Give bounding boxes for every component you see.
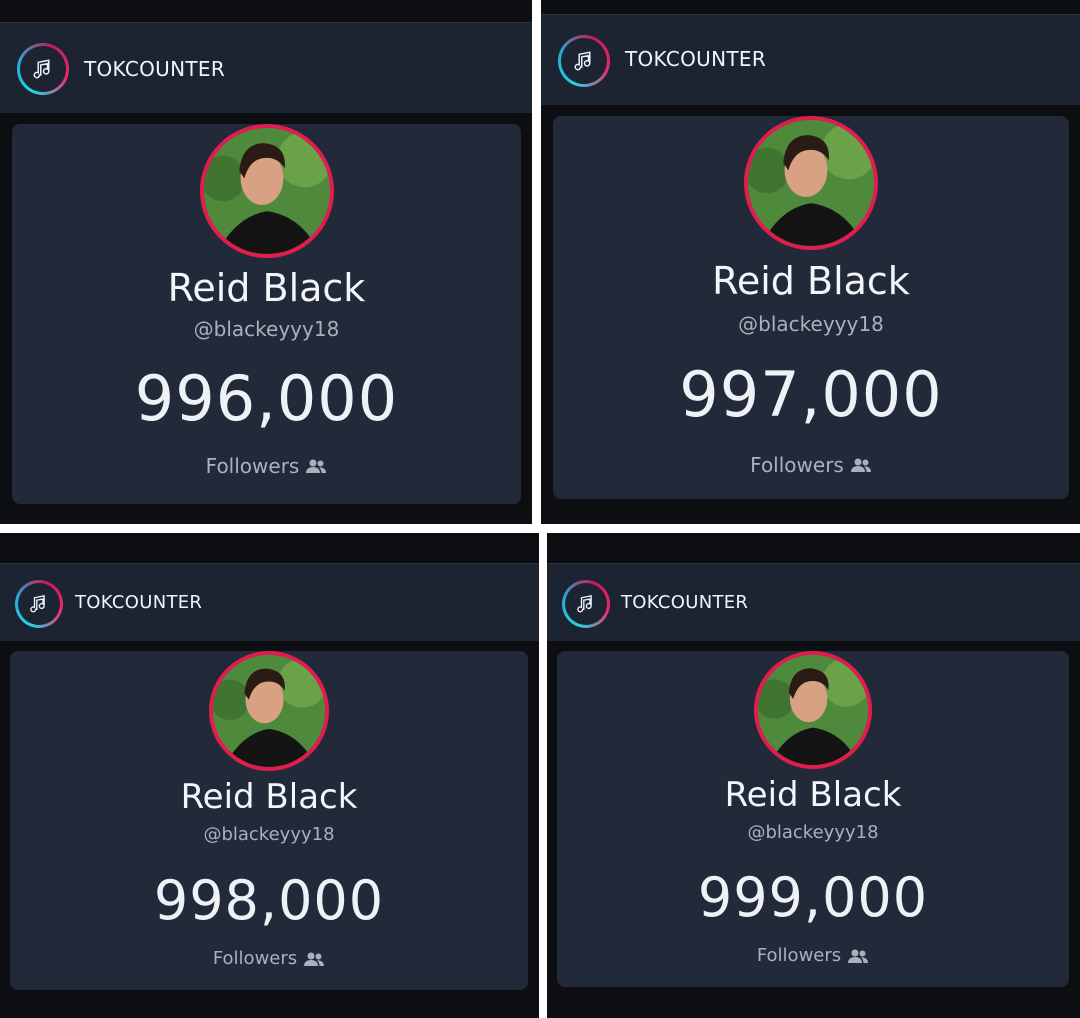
follower-count: 999,000 <box>697 866 929 929</box>
profile-card: Reid Black @blackeyyy18 997,000 Follower… <box>553 116 1069 499</box>
screenshot-panel-2: TOKCOUNTER Reid Black @blackeyyy18 997,0… <box>541 0 1080 524</box>
tokcounter-logo-icon[interactable] <box>558 35 610 87</box>
app-bar: TOKCOUNTER <box>541 14 1080 105</box>
app-bar: TOKCOUNTER <box>547 563 1080 641</box>
users-icon <box>848 949 869 963</box>
profile-name: Reid Black <box>180 777 358 817</box>
tokcounter-logo-icon[interactable] <box>17 43 69 95</box>
profile-handle: @blackeyyy18 <box>203 824 335 845</box>
followers-label-row: Followers <box>10 948 528 969</box>
profile-card: Reid Black @blackeyyy18 999,000 Follower… <box>557 651 1069 987</box>
users-icon <box>850 458 871 472</box>
users-icon <box>304 952 325 966</box>
avatar-ring <box>754 651 872 769</box>
app-bar: TOKCOUNTER <box>0 22 532 113</box>
profile-name: Reid Black <box>712 259 910 303</box>
users-icon <box>306 459 327 473</box>
avatar <box>213 655 325 767</box>
profile-handle: @blackeyyy18 <box>193 317 340 341</box>
followers-label-row: Followers <box>553 453 1069 477</box>
avatar-ring <box>744 116 878 250</box>
profile-handle: @blackeyyy18 <box>738 312 884 336</box>
brand-title: TOKCOUNTER <box>625 47 767 71</box>
screenshot-panel-1: TOKCOUNTER Reid Black @blackeyyy18 996,0… <box>0 0 532 524</box>
follower-count: 997,000 <box>679 358 943 431</box>
screenshot-panel-4: TOKCOUNTER Reid Black @blackeyyy18 999,0… <box>547 533 1080 1018</box>
brand-title: TOKCOUNTER <box>75 592 203 613</box>
app-bar: TOKCOUNTER <box>0 563 539 641</box>
tokcounter-logo-icon[interactable] <box>562 580 610 628</box>
followers-label: Followers <box>750 453 844 477</box>
followers-label-row: Followers <box>557 945 1069 966</box>
avatar-ring <box>209 651 329 771</box>
brand-title: TOKCOUNTER <box>84 57 226 81</box>
profile-name: Reid Black <box>724 775 902 815</box>
screenshot-panel-3: TOKCOUNTER Reid Black @blackeyyy18 998,0… <box>0 533 539 1018</box>
follower-count: 996,000 <box>134 362 399 435</box>
profile-handle: @blackeyyy18 <box>747 822 879 843</box>
avatar <box>748 120 874 246</box>
tokcounter-logo-icon[interactable] <box>15 580 63 628</box>
brand-title: TOKCOUNTER <box>621 592 749 613</box>
followers-label: Followers <box>212 948 298 969</box>
follower-count: 998,000 <box>153 869 385 932</box>
profile-card: Reid Black @blackeyyy18 996,000 Follower… <box>12 124 521 504</box>
followers-label-row: Followers <box>12 454 521 478</box>
avatar <box>758 655 868 765</box>
followers-label: Followers <box>756 945 842 966</box>
avatar <box>203 128 330 254</box>
followers-label: Followers <box>205 454 300 478</box>
profile-name: Reid Black <box>167 266 366 310</box>
avatar-ring <box>199 124 334 258</box>
profile-card: Reid Black @blackeyyy18 998,000 Follower… <box>10 651 528 990</box>
